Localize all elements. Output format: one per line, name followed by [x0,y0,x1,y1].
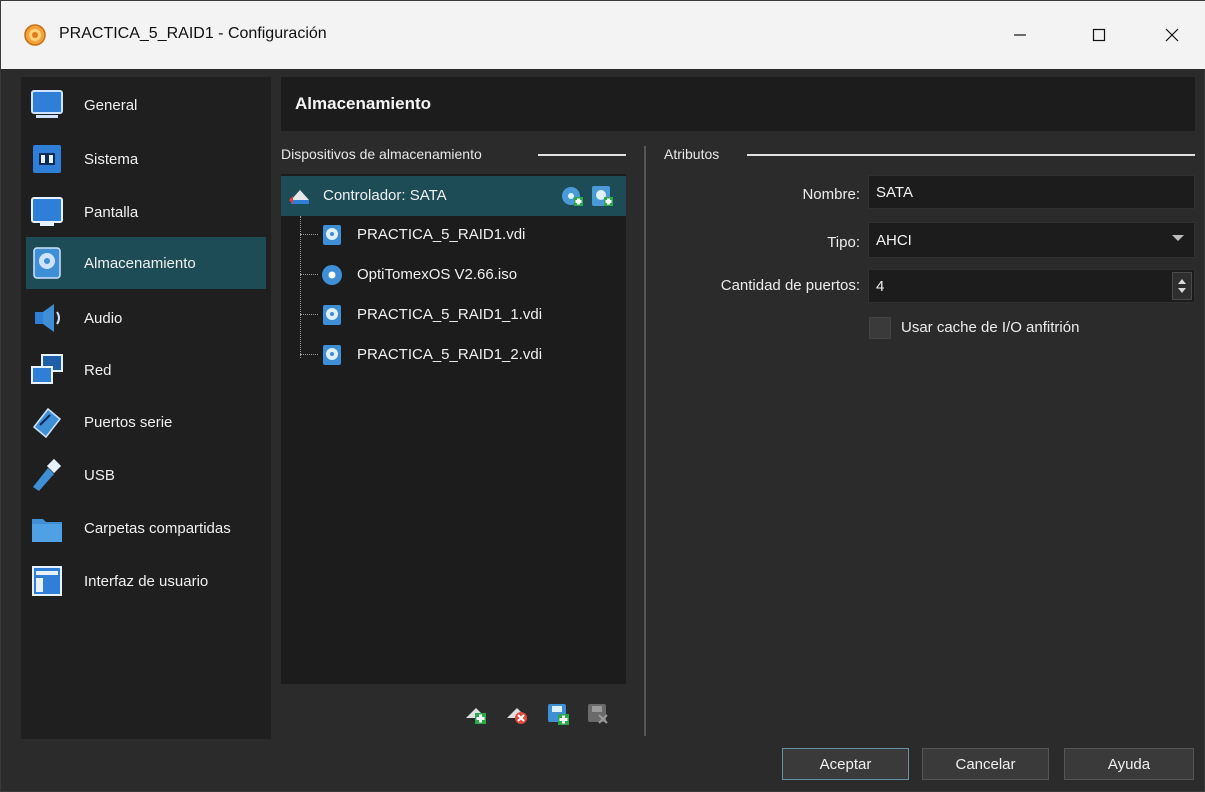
hard-disk-icon [323,225,341,245]
controller-icon [289,190,309,204]
settings-sidebar: General Sistema Pantalla Almacenamiento … [21,77,271,739]
device-label: PRACTICA_5_RAID1.vdi [357,226,526,243]
minimize-button[interactable] [997,15,1043,55]
ports-spinbox[interactable]: 4 [868,269,1195,303]
maximize-button[interactable] [1076,15,1122,55]
user-interface-icon [32,566,62,596]
sidebar-item-label: Puertos serie [84,413,173,431]
sidebar-item-red[interactable]: Red [26,344,266,396]
sidebar-item-interfaz-de-usuario[interactable]: Interfaz de usuario [26,555,266,607]
sidebar-item-label: Almacenamiento [84,254,196,272]
add-attachment-icon[interactable] [546,702,570,726]
add-optical-drive-icon[interactable] [560,184,584,208]
window-title: PRACTICA_5_RAID1 - Configuración [59,25,327,42]
device-label: OptiTomexOS V2.66.iso [357,266,518,283]
type-label: Tipo: [827,234,860,251]
minimize-icon [1014,34,1026,36]
title-bar: PRACTICA_5_RAID1 - Configuración [1,1,1205,69]
sidebar-item-almacenamiento[interactable]: Almacenamiento [26,237,266,289]
name-field[interactable]: SATA [868,175,1195,209]
group-divider [747,154,1195,156]
serial-port-icon [32,407,62,439]
close-button[interactable] [1149,15,1195,55]
spinner-arrows-icon[interactable] [1172,272,1192,300]
help-button[interactable]: Ayuda [1064,748,1194,780]
close-icon [1165,28,1179,42]
sidebar-item-usb[interactable]: USB [26,449,266,501]
sidebar-item-label: Red [84,361,112,379]
tree-item-disk[interactable]: PRACTICA_5_RAID1_1.vdi [281,295,626,335]
sidebar-item-label: USB [84,466,115,484]
sidebar-item-general[interactable]: General [26,79,266,131]
sidebar-item-label: Carpetas compartidas [84,519,231,537]
type-value: AHCI [876,231,912,249]
device-label: PRACTICA_5_RAID1_2.vdi [357,346,543,363]
sidebar-item-carpetas-compartidas[interactable]: Carpetas compartidas [26,502,266,554]
name-value: SATA [876,183,913,201]
ok-button[interactable]: Aceptar [782,748,909,780]
io-cache-label: Usar cache de I/O anfitrión [901,319,1080,336]
sidebar-item-pantalla[interactable]: Pantalla [26,186,266,238]
sidebar-item-puertos-serie[interactable]: Puertos serie [26,396,266,448]
ports-value: 4 [876,277,885,295]
display-icon [31,197,63,226]
controller-label: Controlador: SATA [323,187,447,204]
ports-label: Cantidad de puertos: [720,277,860,294]
shared-folder-icon [32,519,62,542]
usb-icon [33,458,62,491]
tree-item-disk[interactable]: PRACTICA_5_RAID1_2.vdi [281,335,626,375]
cancel-button[interactable]: Cancelar [922,748,1049,780]
panel-separator [644,146,646,736]
name-label: Nombre: [802,186,860,203]
type-select[interactable]: AHCI [868,222,1195,258]
hard-disk-icon [323,345,341,365]
sidebar-item-sistema[interactable]: Sistema [26,133,266,185]
optical-disc-icon [322,265,342,285]
virtualbox-app-icon [24,24,46,46]
chip-icon [33,145,61,173]
group-divider [538,154,626,156]
network-icon [31,354,63,384]
sidebar-item-label: General [84,96,138,114]
device-label: PRACTICA_5_RAID1_1.vdi [357,306,543,323]
add-hard-disk-icon[interactable] [590,184,614,208]
tree-item-controller-sata[interactable]: Controlador: SATA [281,176,626,216]
hard-disk-icon [323,305,341,325]
sidebar-item-audio[interactable]: Audio [26,292,266,344]
maximize-icon [1092,28,1106,42]
remove-attachment-icon[interactable] [586,702,610,726]
monitor-icon [31,90,63,118]
sidebar-item-label: Sistema [84,150,139,168]
add-controller-icon[interactable] [464,702,488,726]
sidebar-item-label: Interfaz de usuario [84,572,209,590]
attributes-group-label: Atributos [664,146,720,162]
settings-window: PRACTICA_5_RAID1 - Configuración General… [0,0,1205,792]
page-header: Almacenamiento [281,77,1195,131]
storage-tree[interactable]: Controlador: SATA PRACTICA_5_RAID1.vdi O… [281,174,626,684]
remove-controller-icon[interactable] [505,702,529,726]
storage-disk-icon [33,247,61,279]
sidebar-item-label: Audio [84,309,123,327]
storage-devices-group-label: Dispositivos de almacenamiento [281,146,482,162]
speaker-icon [35,304,60,332]
tree-item-optical[interactable]: OptiTomexOS V2.66.iso [281,255,626,295]
io-cache-checkbox[interactable] [869,317,891,339]
tree-item-disk[interactable]: PRACTICA_5_RAID1.vdi [281,215,626,255]
page-title: Almacenamiento [295,94,432,113]
chevron-down-icon [1172,235,1184,241]
sidebar-item-label: Pantalla [84,203,139,221]
